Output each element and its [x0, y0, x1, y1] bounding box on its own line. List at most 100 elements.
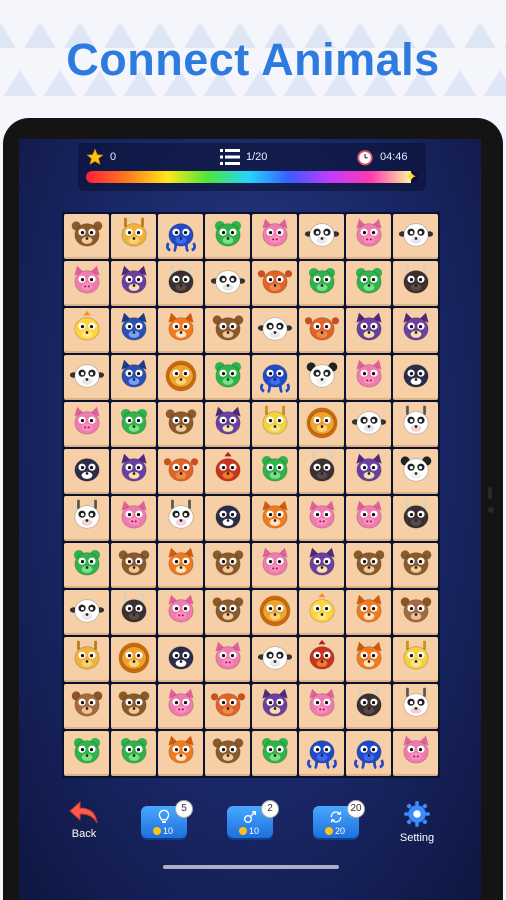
tile-penguin[interactable] [158, 637, 203, 682]
tile-panda[interactable] [299, 355, 344, 400]
tile-pig[interactable] [346, 496, 391, 541]
tile-crab[interactable] [205, 684, 250, 729]
tile-fox[interactable] [252, 496, 297, 541]
tile-monkey[interactable] [111, 684, 156, 729]
tile-owl[interactable] [252, 684, 297, 729]
tile-cow[interactable] [64, 496, 109, 541]
tile-frog[interactable] [205, 355, 250, 400]
tile-pig[interactable] [299, 496, 344, 541]
tile-monkey[interactable] [64, 214, 109, 259]
tile-pig[interactable] [252, 543, 297, 588]
tile-buffalo[interactable] [111, 590, 156, 635]
tile-penguin[interactable] [205, 496, 250, 541]
tile-frog[interactable] [252, 449, 297, 494]
tile-monkey[interactable] [346, 543, 391, 588]
tile-owl[interactable] [205, 402, 250, 447]
tile-monkey[interactable] [393, 543, 438, 588]
tile-rooster[interactable] [299, 637, 344, 682]
tile-buffalo[interactable] [158, 261, 203, 306]
tile-frog[interactable] [205, 214, 250, 259]
tile-octopus[interactable] [299, 731, 344, 776]
tile-owl[interactable] [393, 308, 438, 353]
tile-pig[interactable] [346, 355, 391, 400]
tile-cat[interactable] [111, 355, 156, 400]
tile-owl[interactable] [111, 449, 156, 494]
tile-frog[interactable] [252, 731, 297, 776]
tile-octopus[interactable] [346, 731, 391, 776]
tile-pig[interactable] [111, 496, 156, 541]
hint-button[interactable]: 10 5 [141, 800, 193, 838]
swap-button[interactable]: 10 2 [227, 800, 279, 838]
tile-giraffe[interactable] [64, 637, 109, 682]
tile-sheep[interactable] [346, 402, 391, 447]
tile-sheep[interactable] [393, 214, 438, 259]
tile-owl[interactable] [346, 308, 391, 353]
tile-pig[interactable] [158, 590, 203, 635]
tile-owl[interactable] [299, 543, 344, 588]
tile-buffalo[interactable] [346, 684, 391, 729]
tile-chick[interactable] [64, 308, 109, 353]
tile-frog[interactable] [111, 402, 156, 447]
tile-frog[interactable] [346, 261, 391, 306]
tile-chick[interactable] [299, 590, 344, 635]
tile-sheep[interactable] [205, 261, 250, 306]
tile-frog[interactable] [111, 731, 156, 776]
tile-fox[interactable] [346, 637, 391, 682]
tile-cat[interactable] [111, 308, 156, 353]
tile-penguin[interactable] [64, 449, 109, 494]
tile-fox[interactable] [346, 590, 391, 635]
tile-octopus[interactable] [158, 214, 203, 259]
tile-bear[interactable] [64, 684, 109, 729]
tile-monkey[interactable] [205, 543, 250, 588]
tile-lion[interactable] [111, 637, 156, 682]
tile-monkey[interactable] [158, 402, 203, 447]
tile-cow[interactable] [393, 402, 438, 447]
tile-bear[interactable] [393, 590, 438, 635]
tile-monkey[interactable] [205, 590, 250, 635]
tile-fox[interactable] [158, 308, 203, 353]
tile-owl[interactable] [111, 261, 156, 306]
tile-owl[interactable] [346, 449, 391, 494]
tile-sheep[interactable] [299, 214, 344, 259]
setting-button[interactable]: Setting [394, 800, 440, 844]
tile-giraffe[interactable] [111, 214, 156, 259]
tile-monkey[interactable] [205, 308, 250, 353]
tile-sheep[interactable] [252, 637, 297, 682]
tile-buffalo[interactable] [393, 496, 438, 541]
tile-pig[interactable] [64, 402, 109, 447]
tile-rooster[interactable] [205, 449, 250, 494]
tile-buffalo[interactable] [393, 261, 438, 306]
tile-panda[interactable] [393, 449, 438, 494]
tile-cow[interactable] [393, 684, 438, 729]
tile-deer[interactable] [252, 402, 297, 447]
tile-frog[interactable] [64, 731, 109, 776]
tile-octopus[interactable] [252, 355, 297, 400]
tile-cow[interactable] [158, 496, 203, 541]
tile-pig[interactable] [299, 684, 344, 729]
shuffle-button[interactable]: 20 20 [313, 800, 365, 838]
tile-crab[interactable] [252, 261, 297, 306]
tile-crab[interactable] [299, 308, 344, 353]
tile-pig[interactable] [158, 684, 203, 729]
tile-monkey[interactable] [111, 543, 156, 588]
tile-pig[interactable] [252, 214, 297, 259]
tile-crab[interactable] [158, 449, 203, 494]
tile-deer[interactable] [393, 637, 438, 682]
tile-frog[interactable] [299, 261, 344, 306]
tile-sheep[interactable] [64, 590, 109, 635]
tile-lion[interactable] [252, 590, 297, 635]
tile-frog[interactable] [64, 543, 109, 588]
tile-sheep[interactable] [252, 308, 297, 353]
tile-pig[interactable] [346, 214, 391, 259]
tile-fox[interactable] [158, 543, 203, 588]
tile-fox[interactable] [158, 731, 203, 776]
tile-pig[interactable] [205, 637, 250, 682]
tile-lion[interactable] [158, 355, 203, 400]
tile-lion[interactable] [299, 402, 344, 447]
tile-pig[interactable] [64, 261, 109, 306]
tile-buffalo[interactable] [299, 449, 344, 494]
tile-sheep[interactable] [64, 355, 109, 400]
tile-penguin[interactable] [393, 355, 438, 400]
tile-pig[interactable] [393, 731, 438, 776]
back-button[interactable]: Back [64, 800, 104, 840]
